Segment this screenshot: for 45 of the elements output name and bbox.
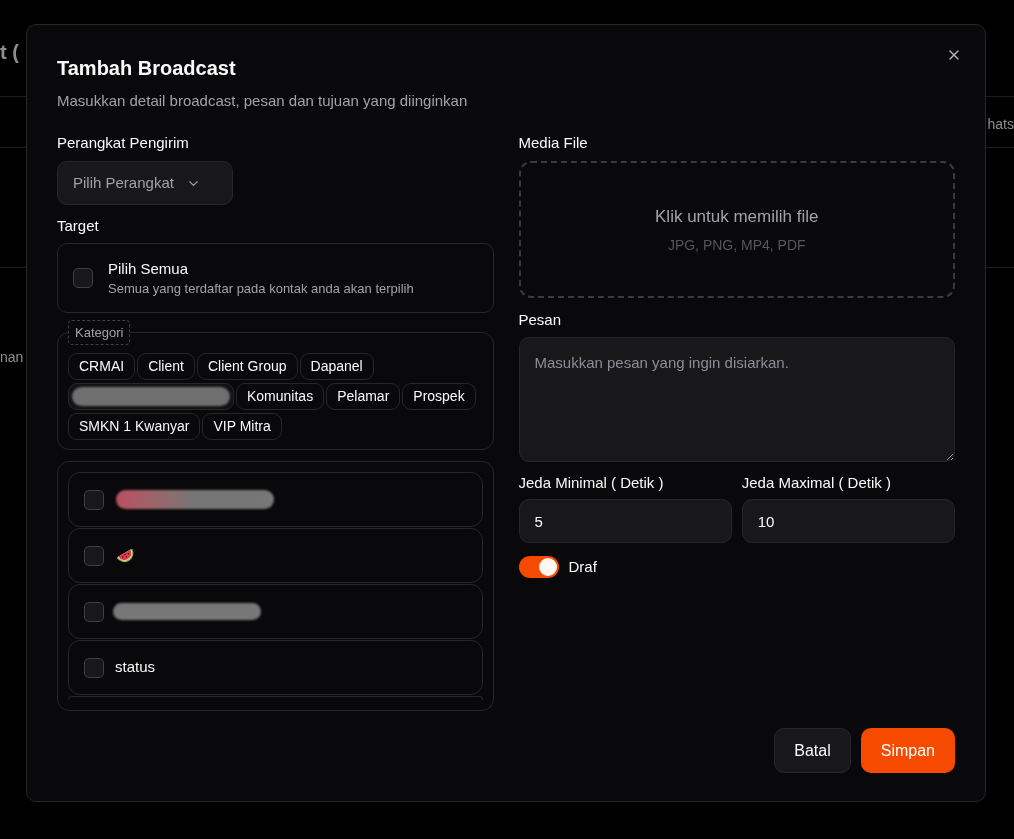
field-label: Perangkat Pengirim	[57, 133, 190, 153]
draft-toggle[interactable]	[518, 556, 559, 578]
save-button[interactable]: Simpan	[860, 728, 955, 773]
message-textarea[interactable]: Masukkan pesan yang ingin disiarkan.	[518, 337, 955, 462]
dialog-description: Masukkan detail broadcast, pesan dan tujuan yang diinginkan	[57, 91, 469, 111]
checkbox[interactable]	[84, 601, 104, 622]
contact-option[interactable]	[68, 584, 483, 639]
checkbox[interactable]	[84, 489, 104, 510]
checkbox[interactable]	[84, 545, 104, 566]
option-title: Pilih Semua	[108, 258, 190, 279]
checkbox[interactable]	[73, 268, 93, 288]
category-chip[interactable]: CRMAI	[68, 353, 136, 380]
category-chip[interactable]: Komunitas	[236, 383, 325, 410]
category-legend: Kategori	[68, 320, 131, 345]
field-label: Target	[57, 216, 100, 236]
category-chip[interactable]: SMKN 1 Kwanyar	[68, 413, 201, 440]
device-select[interactable]: Pilih Perangkat	[57, 161, 233, 205]
field-label: Jeda Maximal ( Detik )	[741, 473, 892, 493]
dialog-title: Tambah Broadcast	[57, 56, 237, 81]
contact-option[interactable]: status	[68, 640, 483, 695]
category-chip[interactable]: Pelamar	[326, 383, 401, 410]
cancel-button[interactable]: Batal	[774, 728, 851, 773]
field-label: Media File	[518, 133, 589, 153]
number-input[interactable]: 10	[741, 499, 955, 543]
toggle-label: Draf	[568, 557, 597, 577]
number-input[interactable]: 5	[518, 499, 732, 543]
field-label: Pesan	[518, 310, 563, 330]
category-chip[interactable]: Dapanel	[299, 353, 374, 380]
field-label: Jeda Minimal ( Detik )	[518, 473, 665, 493]
watermelon-icon	[117, 547, 135, 564]
checkbox[interactable]	[84, 657, 104, 678]
file-dropzone[interactable]: Klik untuk memilih file JPG, PNG, MP4, PDF	[518, 161, 955, 298]
category-chip[interactable]: Client Group	[196, 353, 298, 380]
category-chip[interactable]: Client	[137, 353, 195, 380]
table-cell-fragment: nan	[0, 349, 24, 365]
file-types-hint: JPG, PNG, MP4, PDF	[667, 235, 806, 255]
dropzone-prompt: Klik untuk memilih file	[655, 205, 819, 228]
select-all-card[interactable]: Pilih Semua Semua yang terdaftar pada kontak anda akan terpilih	[57, 243, 494, 313]
category-chip[interactable]: VIP Mitra	[202, 413, 282, 440]
category-chip[interactable]: Prospek	[402, 383, 476, 410]
contact-option[interactable]	[68, 472, 483, 527]
option-description: Semua yang terdaftar pada kontak anda akan terpilih	[108, 279, 414, 298]
column-header-fragment: hats	[987, 115, 1014, 134]
contact-name: status	[115, 657, 156, 678]
page-title-fragment: t (	[0, 41, 19, 63]
